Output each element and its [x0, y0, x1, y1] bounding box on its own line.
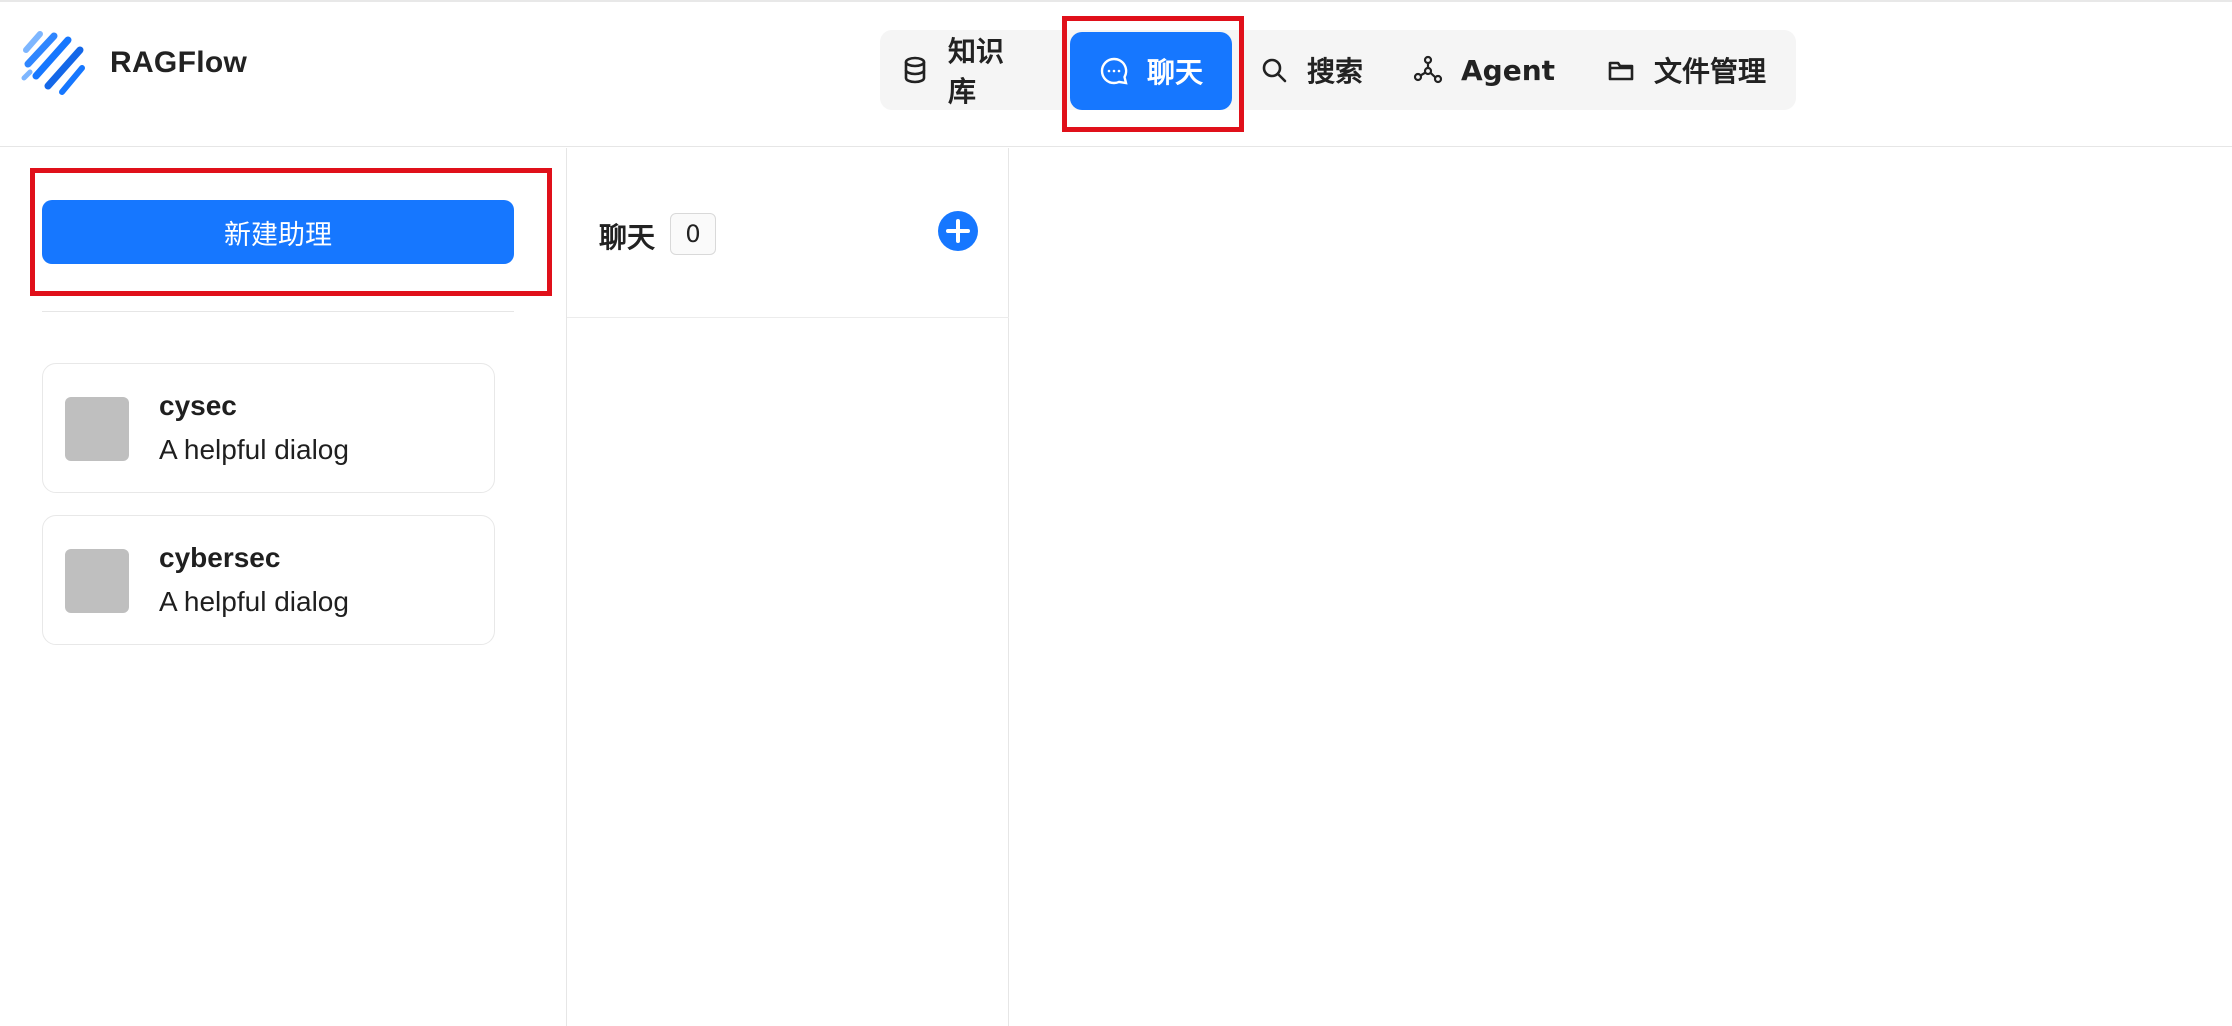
- database-icon: [900, 55, 930, 85]
- chat-count-badge: 0: [670, 213, 716, 255]
- nav-item-label: 文件管理: [1654, 55, 1767, 88]
- sidebar-divider: [42, 311, 514, 312]
- top-header: RAGFlow 知识库 聊天 搜索 Agent 文件管理: [0, 0, 2232, 147]
- avatar: [65, 397, 129, 461]
- assistant-sidebar: 新建助理 cysec A helpful dialog cybersec A h…: [0, 148, 567, 1026]
- search-icon: [1259, 55, 1289, 85]
- assistant-name: cybersec: [159, 542, 281, 573]
- chat-list-title: 聊天: [599, 221, 656, 254]
- nav-item-label: Agent: [1460, 53, 1556, 87]
- add-chat-button[interactable]: [937, 210, 979, 252]
- assistant-card-cysec[interactable]: cysec A helpful dialog: [42, 363, 495, 493]
- chat-list-header: 聊天 0: [567, 148, 1009, 318]
- assistant-description: A helpful dialog: [159, 434, 349, 465]
- plus-circle-icon: [938, 211, 978, 251]
- assistant-card-cybersec[interactable]: cybersec A helpful dialog: [42, 515, 495, 645]
- nav-item-knowledge-base[interactable]: 知识库: [900, 30, 1028, 110]
- chat-list-panel: 聊天 0: [567, 148, 1009, 1026]
- conversation-area: [1010, 148, 2232, 1026]
- avatar: [65, 549, 129, 613]
- nav-item-label: 聊天: [1146, 56, 1203, 89]
- graph-nodes-icon: [1413, 55, 1443, 85]
- nav-item-chat[interactable]: 聊天: [1070, 32, 1232, 110]
- brand-name: RAGFlow: [110, 46, 248, 79]
- chat-bubble-icon: [1099, 56, 1129, 86]
- nav-item-label: 搜索: [1306, 55, 1363, 88]
- ragflow-logo-icon[interactable]: [20, 28, 88, 98]
- assistant-name: cysec: [159, 390, 237, 421]
- new-assistant-button[interactable]: 新建助理: [42, 200, 514, 264]
- nav-item-search[interactable]: 搜索: [1255, 30, 1367, 110]
- nav-item-agent[interactable]: Agent: [1413, 30, 1556, 110]
- assistant-description: A helpful dialog: [159, 586, 349, 617]
- folder-icon: [1606, 55, 1636, 85]
- app-window: RAGFlow 知识库 聊天 搜索 Agent 文件管理 新建助理 cysec …: [0, 0, 2232, 1026]
- nav-item-file-manager[interactable]: 文件管理: [1606, 30, 1766, 110]
- nav-item-label: 知识库: [948, 35, 1005, 108]
- main-nav: 知识库 聊天 搜索 Agent 文件管理: [880, 30, 1796, 110]
